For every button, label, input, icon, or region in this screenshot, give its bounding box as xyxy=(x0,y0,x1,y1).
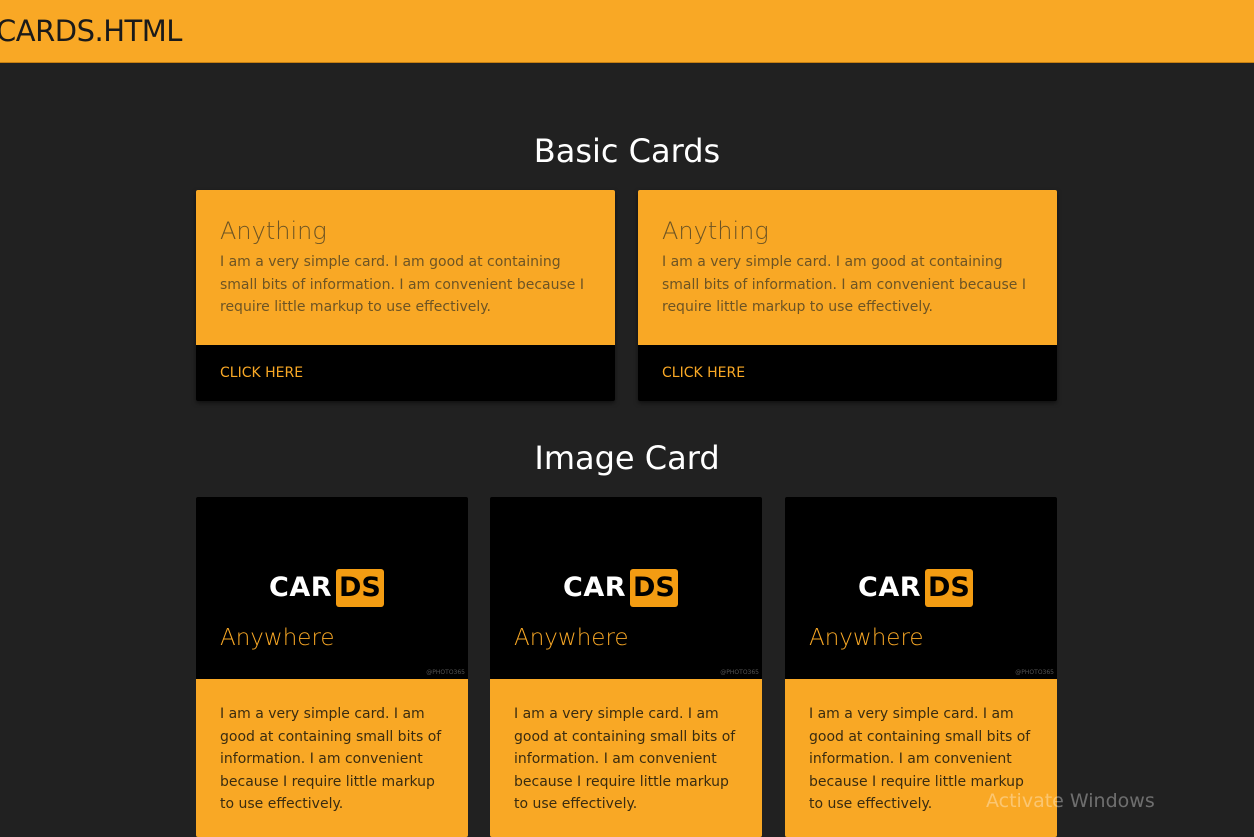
card-text: I am a very simple card. I am good at co… xyxy=(514,706,736,812)
card-text: I am a very simple card. I am good at co… xyxy=(220,254,584,315)
card-image: CAR DS Anywhere @PHOTO365 xyxy=(196,497,468,679)
card-image: CAR DS Anywhere @PHOTO365 xyxy=(785,497,1057,679)
image-card-heading: Image Card xyxy=(534,439,720,477)
navbar: CARDS.HTML xyxy=(0,0,1254,63)
card-content: I am a very simple card. I am good at co… xyxy=(785,679,1057,837)
cards-logo-image: CAR DS xyxy=(269,569,384,607)
image-watermark: @PHOTO365 xyxy=(426,669,465,676)
basic-card: Anything I am a very simple card. I am g… xyxy=(196,190,615,401)
card-image-title: Anywhere xyxy=(220,625,335,651)
card-content: I am a very simple card. I am good at co… xyxy=(196,679,468,837)
activate-windows-watermark: Activate Windows xyxy=(986,790,1155,812)
card-title: Anything xyxy=(662,217,769,245)
brand-logo[interactable]: CARDS.HTML xyxy=(0,13,182,49)
card-content: I am a very simple card. I am good at co… xyxy=(490,679,762,837)
card-text: I am a very simple card. I am good at co… xyxy=(220,706,442,812)
image-card: CAR DS Anywhere @PHOTO365 I am a very sim… xyxy=(196,497,468,837)
card-image-title: Anywhere xyxy=(809,625,924,651)
card-action: CLICK HERE xyxy=(196,345,615,401)
basic-cards-heading: Basic Cards xyxy=(533,132,721,170)
card-content: Anything I am a very simple card. I am g… xyxy=(196,190,615,345)
card-text: I am a very simple card. I am good at co… xyxy=(662,254,1026,315)
cards-logo-image: CAR DS xyxy=(858,569,973,607)
basic-card: Anything I am a very simple card. I am g… xyxy=(638,190,1057,401)
image-watermark: @PHOTO365 xyxy=(1015,669,1054,676)
image-watermark: @PHOTO365 xyxy=(720,669,759,676)
image-card: CAR DS Anywhere @PHOTO365 I am a very sim… xyxy=(490,497,762,837)
click-here-link[interactable]: CLICK HERE xyxy=(662,363,745,383)
image-card: CAR DS Anywhere @PHOTO365 I am a very sim… xyxy=(785,497,1057,837)
card-image-title: Anywhere xyxy=(514,625,629,651)
card-image: CAR DS Anywhere @PHOTO365 xyxy=(490,497,762,679)
cards-logo-image: CAR DS xyxy=(563,569,678,607)
click-here-link[interactable]: CLICK HERE xyxy=(220,363,303,383)
card-action: CLICK HERE xyxy=(638,345,1057,401)
card-title: Anything xyxy=(220,217,327,245)
card-content: Anything I am a very simple card. I am g… xyxy=(638,190,1057,345)
